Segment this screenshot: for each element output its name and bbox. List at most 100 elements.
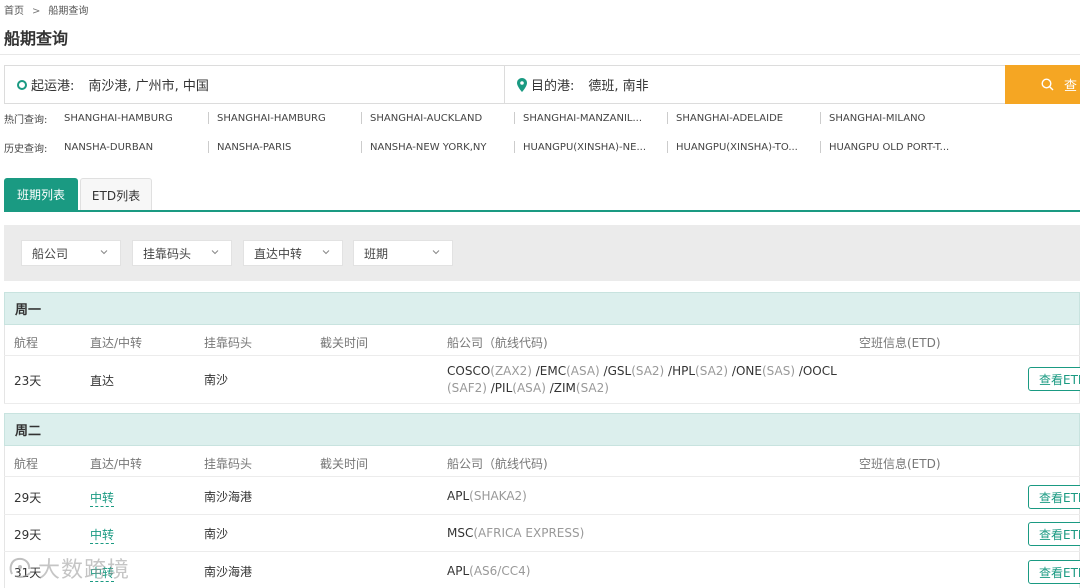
duration-value: 29天 xyxy=(14,491,42,505)
route-code: (ASA) xyxy=(566,364,600,378)
chevron-down-icon xyxy=(322,250,330,255)
column-header-duration: 航程 xyxy=(14,336,39,350)
hot-query-link[interactable]: SHANGHAI-AUCKLAND xyxy=(370,113,514,124)
view-etd-button[interactable]: 查看ETD xyxy=(1028,367,1080,391)
column-header-duration: 航程 xyxy=(14,457,39,471)
column-header-route-type: 直达/中转 xyxy=(90,457,143,471)
history-query-link[interactable]: NANSHA-DURBAN xyxy=(64,142,208,153)
route-code: (SA2) xyxy=(695,364,729,378)
search-button[interactable]: 查 xyxy=(1005,65,1080,104)
transfer-link[interactable]: 中转 xyxy=(90,489,115,507)
column-header-terminal: 挂靠码头 xyxy=(204,457,253,471)
terminal-value: 南沙海港 xyxy=(204,490,253,504)
route-code: (AFRICA EXPRESS) xyxy=(473,526,585,540)
column-header-terminal: 挂靠码头 xyxy=(204,336,253,350)
hot-query-link[interactable]: SHANGHAI-MILANO xyxy=(829,113,973,124)
watermark-text: 大数跨境 xyxy=(38,558,131,583)
hot-queries-label: 热门查询: xyxy=(4,114,48,126)
origin-circle-icon xyxy=(17,79,27,90)
view-etd-button[interactable]: 查看ETD xyxy=(1028,560,1080,584)
divider xyxy=(361,141,362,153)
carrier-name: MSC xyxy=(447,526,474,540)
divider xyxy=(820,141,821,153)
schedule-filter-dropdown[interactable]: 班期 xyxy=(353,240,453,266)
history-query-link[interactable]: NANSHA-PARIS xyxy=(217,142,361,153)
view-etd-button[interactable]: 查看ETD xyxy=(1028,522,1080,546)
destination-label: 目的港: xyxy=(531,79,575,94)
carriers-line-1: APL(SHAKA2) xyxy=(447,489,527,503)
chevron-down-icon xyxy=(100,250,108,255)
history-query-link[interactable]: NANSHA-NEW YORK,NY xyxy=(370,142,514,153)
hot-queries-row: 热门查询: SHANGHAI-HAMBURG SHANGHAI-HAMBURG … xyxy=(4,105,1080,131)
divider xyxy=(667,112,668,124)
duration-value: 23天 xyxy=(14,374,42,388)
hot-query-link[interactable]: SHANGHAI-HAMBURG xyxy=(64,113,208,124)
table-row: 23天 直达 南沙 COSCO(ZAX2) /EMC(ASA) /GSL(SA2… xyxy=(4,356,1080,404)
column-header-blank-sailing: 空班信息(ETD) xyxy=(859,336,941,350)
terminal-value: 南沙海港 xyxy=(204,565,253,579)
filter-panel: 船公司 挂靠码头 直达中转 班期 xyxy=(4,225,1080,281)
search-button-label: 查 xyxy=(1064,79,1078,94)
route-code: (ASA) xyxy=(512,381,546,395)
carrier-name: /OOCL xyxy=(795,364,837,378)
route-code: (AS6/CC4) xyxy=(469,564,531,578)
carriers-line-1: MSC(AFRICA EXPRESS) xyxy=(447,526,584,540)
history-query-link[interactable]: HUANGPU OLD PORT-T... xyxy=(829,142,973,153)
filter-label: 班期 xyxy=(364,246,389,261)
hot-query-link[interactable]: SHANGHAI-HAMBURG xyxy=(217,113,361,124)
route-type-value: 直达 xyxy=(90,374,115,388)
chevron-down-icon xyxy=(211,250,219,255)
history-query-link[interactable]: HUANGPU(XINSHA)-TO... xyxy=(676,142,820,153)
page-title: 船期查询 xyxy=(4,29,69,48)
carrier-name: /GSL xyxy=(599,364,632,378)
route-code: (SHAKA2) xyxy=(469,489,527,503)
column-header-route-type: 直达/中转 xyxy=(90,336,143,350)
tab-schedule-list[interactable]: 班期列表 xyxy=(4,178,78,211)
table-row: 31天 中转 南沙海港 APL(AS6/CC4) 查看ETD xyxy=(4,552,1080,588)
table-header: 航程 直达/中转 挂靠码头 截关时间 船公司（航线代码) 空班信息(ETD) xyxy=(4,325,1080,356)
origin-port-field[interactable]: 起运港: 南沙港, 广州市, 中国 xyxy=(5,66,505,103)
title-divider xyxy=(0,54,1080,55)
filter-label: 船公司 xyxy=(32,246,69,261)
view-etd-button[interactable]: 查看ETD xyxy=(1028,485,1080,509)
carriers-line-1: COSCO(ZAX2) /EMC(ASA) /GSL(SA2) /HPL(SA2… xyxy=(447,364,837,378)
tab-etd-list[interactable]: ETD列表 xyxy=(80,178,152,211)
column-header-cutoff: 截关时间 xyxy=(320,457,369,471)
carrier-name: APL xyxy=(447,564,470,578)
carrier-name: /ONE xyxy=(728,364,762,378)
hot-query-link[interactable]: SHANGHAI-MANZANIL... xyxy=(523,113,667,124)
filter-label: 挂靠码头 xyxy=(143,246,192,261)
carrier-filter-dropdown[interactable]: 船公司 xyxy=(21,240,121,266)
origin-label: 起运港: xyxy=(31,79,75,94)
breadcrumb: 首页 > 船期查询 xyxy=(4,2,88,17)
divider xyxy=(208,141,209,153)
chevron-down-icon xyxy=(432,250,440,255)
destination-port-field[interactable]: 目的港: 德班, 南非 xyxy=(505,66,1005,103)
terminal-filter-dropdown[interactable]: 挂靠码头 xyxy=(132,240,232,266)
terminal-value: 南沙 xyxy=(204,527,229,541)
divider xyxy=(514,112,515,124)
route-code: (SAF2) xyxy=(447,381,487,395)
hot-query-link[interactable]: SHANGHAI-ADELAIDE xyxy=(676,113,820,124)
location-pin-icon xyxy=(517,77,527,92)
watermark-logo-icon xyxy=(9,557,31,578)
search-icon xyxy=(1041,78,1054,91)
divider xyxy=(361,112,362,124)
divider xyxy=(667,141,668,153)
column-header-cutoff: 截关时间 xyxy=(320,336,369,350)
history-queries-label: 历史查询: xyxy=(4,143,48,155)
breadcrumb-home-link[interactable]: 首页 xyxy=(4,6,24,17)
carrier-name: COSCO xyxy=(447,364,491,378)
transfer-link[interactable]: 中转 xyxy=(90,526,115,544)
day-header-monday: 周一 xyxy=(4,292,1080,325)
duration-value: 29天 xyxy=(14,528,42,542)
route-code: (ZAX2) xyxy=(490,364,532,378)
route-type-filter-dropdown[interactable]: 直达中转 xyxy=(243,240,343,266)
column-header-blank-sailing: 空班信息(ETD) xyxy=(859,457,941,471)
carriers-line-1: APL(AS6/CC4) xyxy=(447,564,530,578)
destination-value: 德班, 南非 xyxy=(588,79,649,94)
divider xyxy=(514,141,515,153)
history-query-link[interactable]: HUANGPU(XINSHA)-NE... xyxy=(523,142,667,153)
day-header-tuesday: 周二 xyxy=(4,413,1080,446)
origin-value: 南沙港, 广州市, 中国 xyxy=(88,79,209,94)
